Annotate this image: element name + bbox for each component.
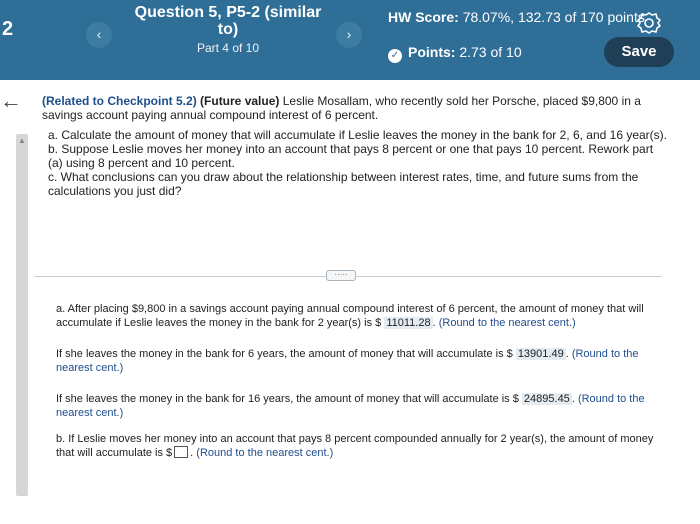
task-c: c. What conclusions can you draw about t… xyxy=(48,170,639,198)
answer-text: b. If Leslie moves her money into an acc… xyxy=(56,433,654,459)
chevron-left-icon: ‹ xyxy=(96,26,102,42)
scroll-up-icon[interactable]: ▲ xyxy=(16,136,28,145)
task-b: b. Suppose Leslie moves her money into a… xyxy=(48,142,654,170)
question-part: Part 4 of 10 xyxy=(196,41,260,55)
answer-a-16-years: If she leaves the money in the bank for … xyxy=(56,393,645,419)
scrollbar[interactable] xyxy=(16,134,28,496)
points-value: 2.73 of 10 xyxy=(459,44,522,60)
question-intro: (Related to Checkpoint 5.2) (Future valu… xyxy=(42,94,664,122)
answer-field[interactable]: 13901.49 xyxy=(515,348,566,360)
back-arrow-icon[interactable]: ← xyxy=(0,88,22,114)
chevron-right-icon: › xyxy=(346,26,352,42)
points-label: Points: xyxy=(408,44,456,60)
question-title: Question 5, P5-2 (similar to) xyxy=(134,4,322,38)
answer-b-8-percent: b. If Leslie moves her money into an acc… xyxy=(56,433,654,459)
answer-field[interactable]: 24895.45 xyxy=(521,393,572,405)
rounding-hint: (Round to the nearest cent.) xyxy=(438,317,576,329)
next-question-button[interactable]: › xyxy=(336,22,362,48)
hw-score-value: 78.07%, 132.73 of 170 points xyxy=(462,9,645,25)
question-number: 2 xyxy=(2,18,14,40)
question-topic: (Future value) xyxy=(200,94,280,108)
hw-score: HW Score: 78.07%, 132.73 of 170 points xyxy=(388,9,645,26)
answer-a-2-years: a. After placing $9,800 in a savings acc… xyxy=(56,303,644,329)
expand-button[interactable]: ····· xyxy=(326,270,356,281)
check-circle-icon: ✓ xyxy=(388,49,402,63)
answer-input[interactable] xyxy=(174,446,189,458)
gear-icon[interactable] xyxy=(636,10,662,36)
question-header: 2 ‹ Question 5, P5-2 (similar to) Part 4… xyxy=(0,0,700,80)
rounding-hint: (Round to the nearest cent.) xyxy=(196,447,334,459)
answer-text: If she leaves the money in the bank for … xyxy=(56,393,519,405)
answer-field[interactable]: 11011.28 xyxy=(384,317,433,329)
previous-question-button[interactable]: ‹ xyxy=(86,22,112,48)
answer-text: If she leaves the money in the bank for … xyxy=(56,348,513,360)
hw-score-label: HW Score: xyxy=(388,9,459,25)
save-button[interactable]: Save xyxy=(604,37,674,67)
checkpoint-reference[interactable]: (Related to Checkpoint 5.2) xyxy=(42,94,197,108)
question-tasks: a. Calculate the amount of money that wi… xyxy=(48,128,668,198)
answer-a-6-years: If she leaves the money in the bank for … xyxy=(56,348,639,374)
points-score: ✓ Points: 2.73 of 10 xyxy=(388,44,522,63)
task-a: a. Calculate the amount of money that wi… xyxy=(48,128,668,142)
